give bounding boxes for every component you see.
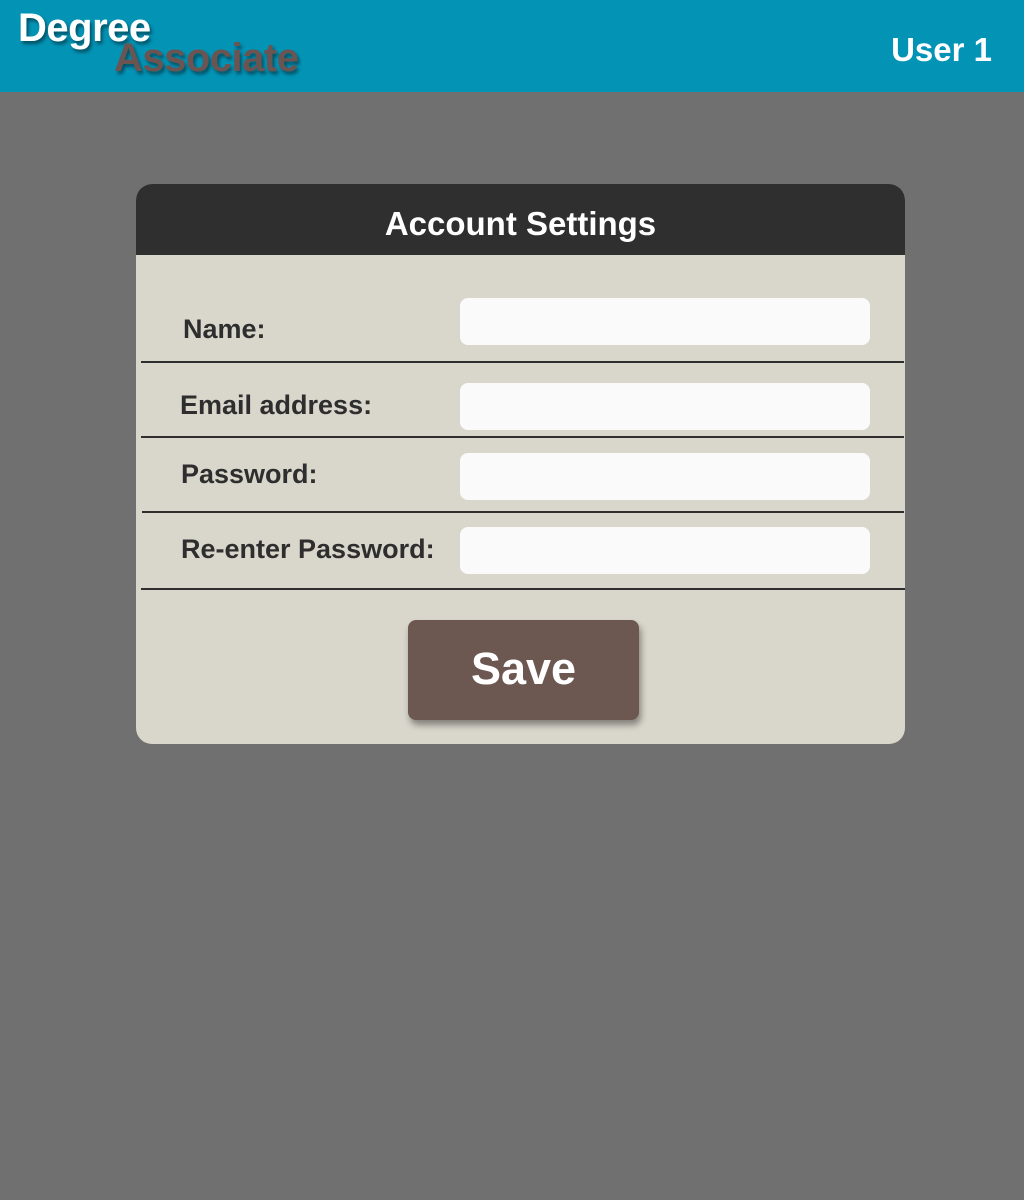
email-label: Email address: [180, 390, 373, 420]
password-label: Password: [181, 459, 318, 489]
reenter-password-label: Re-enter Password: [181, 534, 435, 564]
row-divider [141, 436, 904, 438]
save-button[interactable]: Save [408, 620, 639, 720]
app-logo[interactable]: Degree Associate [18, 6, 318, 86]
row-divider [142, 511, 904, 513]
password-input[interactable] [460, 453, 870, 500]
row-divider [141, 361, 904, 363]
page-title: Account Settings [384, 205, 657, 242]
email-input[interactable] [460, 383, 870, 430]
user-name-label[interactable]: User 1 [891, 30, 992, 70]
card-header: Account Settings [136, 184, 905, 255]
top-bar: Degree Associate User 1 [0, 0, 1024, 92]
reenter-password-input[interactable] [460, 527, 870, 574]
account-settings-card: Account Settings Name: Email address: Pa… [136, 184, 905, 744]
name-input[interactable] [460, 298, 870, 345]
row-divider [141, 588, 905, 590]
name-label: Name: [183, 314, 266, 344]
logo-associate-text: Associate [114, 36, 299, 80]
